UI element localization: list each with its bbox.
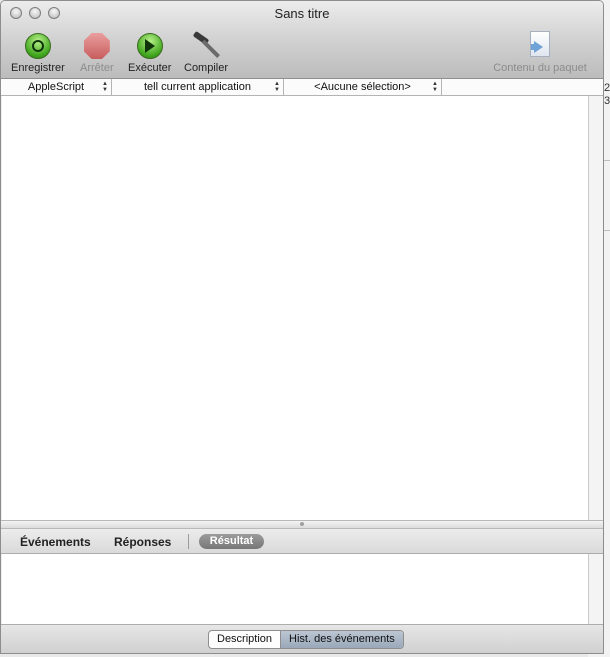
tab-events[interactable]: Événements [20, 535, 91, 549]
play-icon [134, 31, 166, 61]
navigation-bar: AppleScript ▲ ▼ tell current application … [1, 79, 603, 96]
bundle-contents-label: Contenu du paquet [493, 62, 587, 74]
compile-label: Compiler [184, 62, 229, 74]
result-scrollbar[interactable] [589, 554, 603, 624]
log-tabs-bar: Événements Réponses Résultat [1, 529, 603, 554]
selection-popup[interactable]: <Aucune sélection> ▲ ▼ [284, 79, 442, 95]
script-editor-area[interactable] [2, 96, 589, 520]
popup-arrows-icon: ▲ ▼ [432, 81, 438, 93]
stop-label: Arrêter [80, 62, 114, 74]
run-label: Exécuter [128, 62, 172, 74]
divider-grip-icon [300, 522, 304, 526]
record-label: Enregistrer [11, 62, 65, 74]
language-popup-label: AppleScript [27, 81, 85, 93]
background-text: 3 [604, 95, 610, 107]
compile-button[interactable]: Compiler [184, 30, 229, 74]
language-popup[interactable]: AppleScript ▲ ▼ [1, 79, 112, 95]
bundle-contents-button[interactable]: Contenu du paquet [492, 31, 588, 74]
view-segmented-control: Description Hist. des événements [208, 630, 404, 649]
popup-arrows-icon: ▲ ▼ [274, 81, 280, 93]
run-button[interactable]: Exécuter [128, 31, 171, 74]
record-icon [22, 31, 54, 61]
target-popup-label: tell current application [143, 81, 251, 93]
description-segment[interactable]: Description [209, 631, 280, 648]
split-view-divider[interactable] [1, 520, 603, 529]
selection-popup-label: <Aucune sélection> [314, 81, 411, 93]
editor-scrollbar[interactable] [589, 96, 603, 520]
background-text: 2 [604, 82, 610, 94]
popup-arrows-icon: ▲ ▼ [102, 81, 108, 93]
stop-button[interactable]: Arrêter [80, 31, 114, 74]
tab-replies[interactable]: Réponses [114, 535, 171, 549]
tab-separator [188, 534, 189, 549]
result-area[interactable] [2, 554, 589, 624]
bottom-bar: Description Hist. des événements [1, 624, 603, 653]
record-button[interactable]: Enregistrer [11, 31, 65, 74]
stop-icon [81, 31, 113, 61]
titlebar: Sans titre Enregistrer Arrêter Exécuter … [1, 1, 603, 79]
tab-result[interactable]: Résultat [199, 534, 264, 549]
bundle-contents-icon [492, 31, 588, 61]
script-editor-window: Sans titre Enregistrer Arrêter Exécuter … [0, 0, 604, 654]
window-title: Sans titre [274, 6, 330, 21]
target-popup[interactable]: tell current application ▲ ▼ [112, 79, 284, 95]
hammer-icon [190, 30, 222, 61]
event-log-segment[interactable]: Hist. des événements [280, 631, 403, 648]
